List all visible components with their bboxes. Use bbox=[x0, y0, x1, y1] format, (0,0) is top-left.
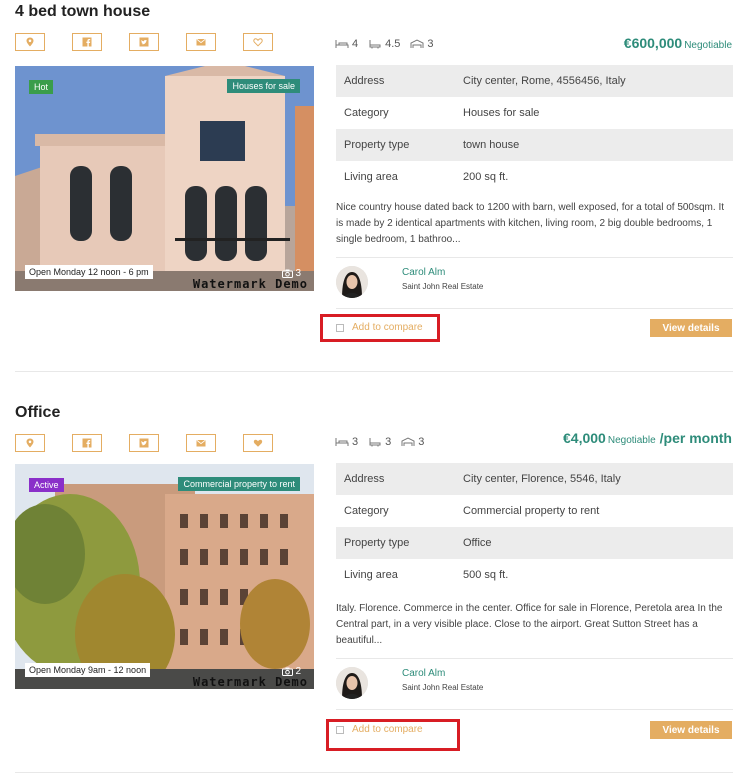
highlight-box bbox=[326, 719, 460, 751]
description: Italy. Florence. Commerce in the center.… bbox=[336, 603, 723, 646]
agent-name[interactable]: Carol Alm bbox=[402, 668, 445, 679]
details-row: Living area 200 sq ft. bbox=[336, 161, 733, 193]
agent-name[interactable]: Carol Alm bbox=[402, 267, 445, 278]
price-negotiable: Negotiable bbox=[684, 40, 732, 51]
highlight-box bbox=[320, 314, 440, 342]
bed-icon bbox=[335, 438, 349, 446]
details-table: Address City center, Rome, 4556456, Italy… bbox=[336, 65, 733, 193]
feature-summary: 3 3 3 bbox=[335, 436, 434, 448]
watermark: Watermark Demo bbox=[192, 277, 308, 291]
bathrooms: 3 bbox=[368, 436, 391, 448]
price-negotiable: Negotiable bbox=[607, 435, 656, 446]
details-key: Property type bbox=[344, 537, 410, 549]
share-actions bbox=[15, 33, 300, 51]
listing-card: 4 bed town house Hot Houses for sale Ope… bbox=[0, 3, 743, 373]
agent-company: Saint John Real Estate bbox=[402, 282, 484, 291]
details-value: 200 sq ft. bbox=[463, 171, 509, 183]
details-key: Category bbox=[344, 107, 389, 119]
details-key: Property type bbox=[344, 139, 410, 151]
twitter-icon[interactable] bbox=[129, 434, 159, 452]
details-key: Living area bbox=[344, 171, 398, 183]
facebook-icon[interactable] bbox=[72, 33, 102, 51]
share-actions bbox=[15, 434, 300, 452]
map-marker-icon[interactable] bbox=[15, 434, 45, 452]
listing-card: Office Active Commercial property to ren bbox=[0, 404, 743, 777]
details-key: Address bbox=[344, 473, 385, 485]
details-key: Address bbox=[344, 75, 385, 87]
details-value: Office bbox=[463, 537, 492, 549]
details-value: town house bbox=[463, 139, 520, 151]
heart-icon[interactable] bbox=[243, 434, 273, 452]
details-value: 500 sq ft. bbox=[463, 569, 509, 581]
details-table: Address City center, Florence, 5546, Ital… bbox=[336, 463, 733, 591]
details-row: Category Commercial property to rent bbox=[336, 495, 733, 527]
divider bbox=[15, 772, 733, 773]
agent-company: Saint John Real Estate bbox=[402, 683, 484, 692]
map-marker-icon[interactable] bbox=[15, 33, 45, 51]
listing-title[interactable]: 4 bed town house bbox=[15, 3, 150, 21]
avatar[interactable] bbox=[336, 266, 368, 298]
bed-icon bbox=[335, 40, 349, 48]
category-badge[interactable]: Commercial property to rent bbox=[178, 477, 300, 491]
details-value: Houses for sale bbox=[463, 107, 540, 119]
divider bbox=[15, 371, 733, 372]
agent-info: Carol Alm Saint John Real Estate bbox=[336, 658, 733, 710]
details-row: Address City center, Rome, 4556456, Italy bbox=[336, 65, 733, 97]
details-value: Commercial property to rent bbox=[463, 505, 600, 517]
view-details-button[interactable]: View details bbox=[650, 721, 732, 739]
details-row: Category Houses for sale bbox=[336, 97, 733, 129]
bath-icon bbox=[369, 40, 381, 49]
property-photo[interactable]: Active Commercial property to rent Open … bbox=[15, 464, 314, 689]
facebook-icon[interactable] bbox=[72, 434, 102, 452]
avatar[interactable] bbox=[336, 667, 368, 699]
office-photo-image bbox=[15, 464, 314, 689]
details-row: Living area 500 sq ft. bbox=[336, 559, 733, 591]
price-value: €4,000 bbox=[563, 430, 606, 446]
house-photo-image bbox=[15, 66, 314, 291]
twitter-icon[interactable] bbox=[129, 33, 159, 51]
details-key: Category bbox=[344, 505, 389, 517]
property-photo[interactable]: Hot Houses for sale Open Monday 12 noon … bbox=[15, 66, 314, 291]
price-value: €600,000 bbox=[623, 35, 683, 51]
category-badge[interactable]: Houses for sale bbox=[227, 79, 300, 93]
agent-info: Carol Alm Saint John Real Estate bbox=[336, 257, 733, 309]
garages: 3 bbox=[401, 436, 424, 448]
garages: 3 bbox=[410, 38, 434, 50]
details-row: Address City center, Florence, 5546, Ital… bbox=[336, 463, 733, 495]
garage-icon bbox=[410, 39, 424, 48]
feature-summary: 4 4.5 3 bbox=[335, 38, 444, 50]
heart-outline-icon[interactable] bbox=[243, 33, 273, 51]
details-value: City center, Rome, 4556456, Italy bbox=[463, 75, 626, 87]
details-row: Property type town house bbox=[336, 129, 733, 161]
status-badge: Hot bbox=[29, 80, 54, 94]
details-key: Living area bbox=[344, 569, 398, 581]
details-value: City center, Florence, 5546, Italy bbox=[463, 473, 621, 485]
view-details-button[interactable]: View details bbox=[650, 319, 732, 337]
status-badge: Active bbox=[29, 478, 64, 492]
open-house-label: Open Monday 9am - 12 noon bbox=[25, 663, 151, 677]
email-icon[interactable] bbox=[186, 33, 216, 51]
bedrooms: 3 bbox=[335, 436, 358, 448]
listing-title[interactable]: Office bbox=[15, 404, 60, 422]
bathrooms: 4.5 bbox=[368, 38, 400, 50]
watermark: Watermark Demo bbox=[192, 675, 308, 689]
garage-icon bbox=[401, 437, 415, 446]
price: €4,000 Negotiable/per month bbox=[563, 430, 732, 446]
description: Nice country house dated back to 1200 wi… bbox=[336, 202, 725, 245]
price-period: /per month bbox=[659, 430, 732, 446]
open-house-label: Open Monday 12 noon - 6 pm bbox=[25, 265, 153, 279]
bath-icon bbox=[369, 438, 381, 447]
details-row: Property type Office bbox=[336, 527, 733, 559]
bedrooms: 4 bbox=[335, 38, 358, 50]
price: €600,000 Negotiable bbox=[624, 35, 732, 51]
email-icon[interactable] bbox=[186, 434, 216, 452]
